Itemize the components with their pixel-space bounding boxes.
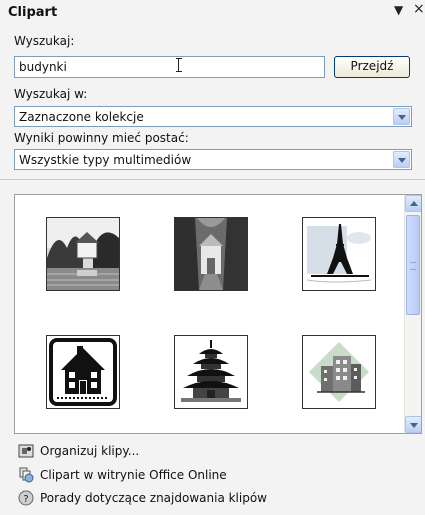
result-thumbnail[interactable] bbox=[46, 335, 120, 409]
results-panel bbox=[14, 194, 422, 434]
office-buildings-image bbox=[303, 336, 375, 408]
office-online-icon bbox=[19, 467, 34, 483]
svg-text:?: ? bbox=[23, 494, 28, 505]
search-input[interactable]: budynki bbox=[14, 56, 325, 78]
pane-menu-icon[interactable]: ▼ bbox=[394, 3, 403, 17]
divider bbox=[0, 179, 425, 180]
result-thumbnail[interactable] bbox=[302, 217, 376, 291]
eiffel-tower-image bbox=[303, 218, 375, 290]
scroll-down-icon[interactable] bbox=[405, 416, 421, 433]
office-online-label: Clipart w witrynie Office Online bbox=[40, 468, 227, 482]
house-icon-image bbox=[47, 336, 119, 408]
search-in-value: Zaznaczone kolekcje bbox=[19, 110, 144, 124]
search-tips-label: Porady dotyczące znajdowania klipów bbox=[40, 491, 267, 505]
building-in-trees-image bbox=[175, 218, 247, 290]
results-type-value: Wszystkie typy multimediów bbox=[19, 153, 192, 167]
result-thumbnail[interactable] bbox=[174, 335, 248, 409]
go-button[interactable]: Przejdź bbox=[334, 56, 410, 78]
help-icon: ? bbox=[18, 490, 34, 506]
results-type-select[interactable]: Wszystkie typy multimediów bbox=[14, 149, 412, 170]
results-type-label: Wyniki powinny mieć postać: bbox=[14, 131, 189, 145]
pane-title: Clipart bbox=[8, 5, 58, 20]
chevron-down-icon[interactable] bbox=[393, 108, 410, 125]
organize-icon bbox=[18, 444, 34, 458]
vertical-scrollbar[interactable] bbox=[404, 195, 421, 433]
chevron-down-icon[interactable] bbox=[393, 151, 410, 168]
close-icon[interactable]: × bbox=[413, 1, 425, 17]
search-in-label: Wyszukaj w: bbox=[14, 87, 88, 101]
pagoda-image bbox=[175, 336, 247, 408]
title-bar: Clipart ▼ × bbox=[0, 0, 425, 24]
result-thumbnail[interactable] bbox=[302, 335, 376, 409]
clipart-task-pane: Clipart ▼ × Wyszukaj: budynki Przejdź Wy… bbox=[0, 0, 425, 515]
results-grid bbox=[15, 195, 405, 433]
result-thumbnail[interactable] bbox=[174, 217, 248, 291]
scrollbar-thumb[interactable] bbox=[406, 215, 420, 315]
search-in-select[interactable]: Zaznaczone kolekcje bbox=[14, 106, 412, 127]
text-cursor-icon bbox=[176, 58, 182, 72]
organize-clips-label: Organizuj klipy... bbox=[40, 444, 140, 458]
house-by-lake-image bbox=[47, 218, 119, 290]
search-label: Wyszukaj: bbox=[14, 34, 75, 48]
result-thumbnail[interactable] bbox=[46, 217, 120, 291]
scroll-up-icon[interactable] bbox=[405, 195, 421, 212]
